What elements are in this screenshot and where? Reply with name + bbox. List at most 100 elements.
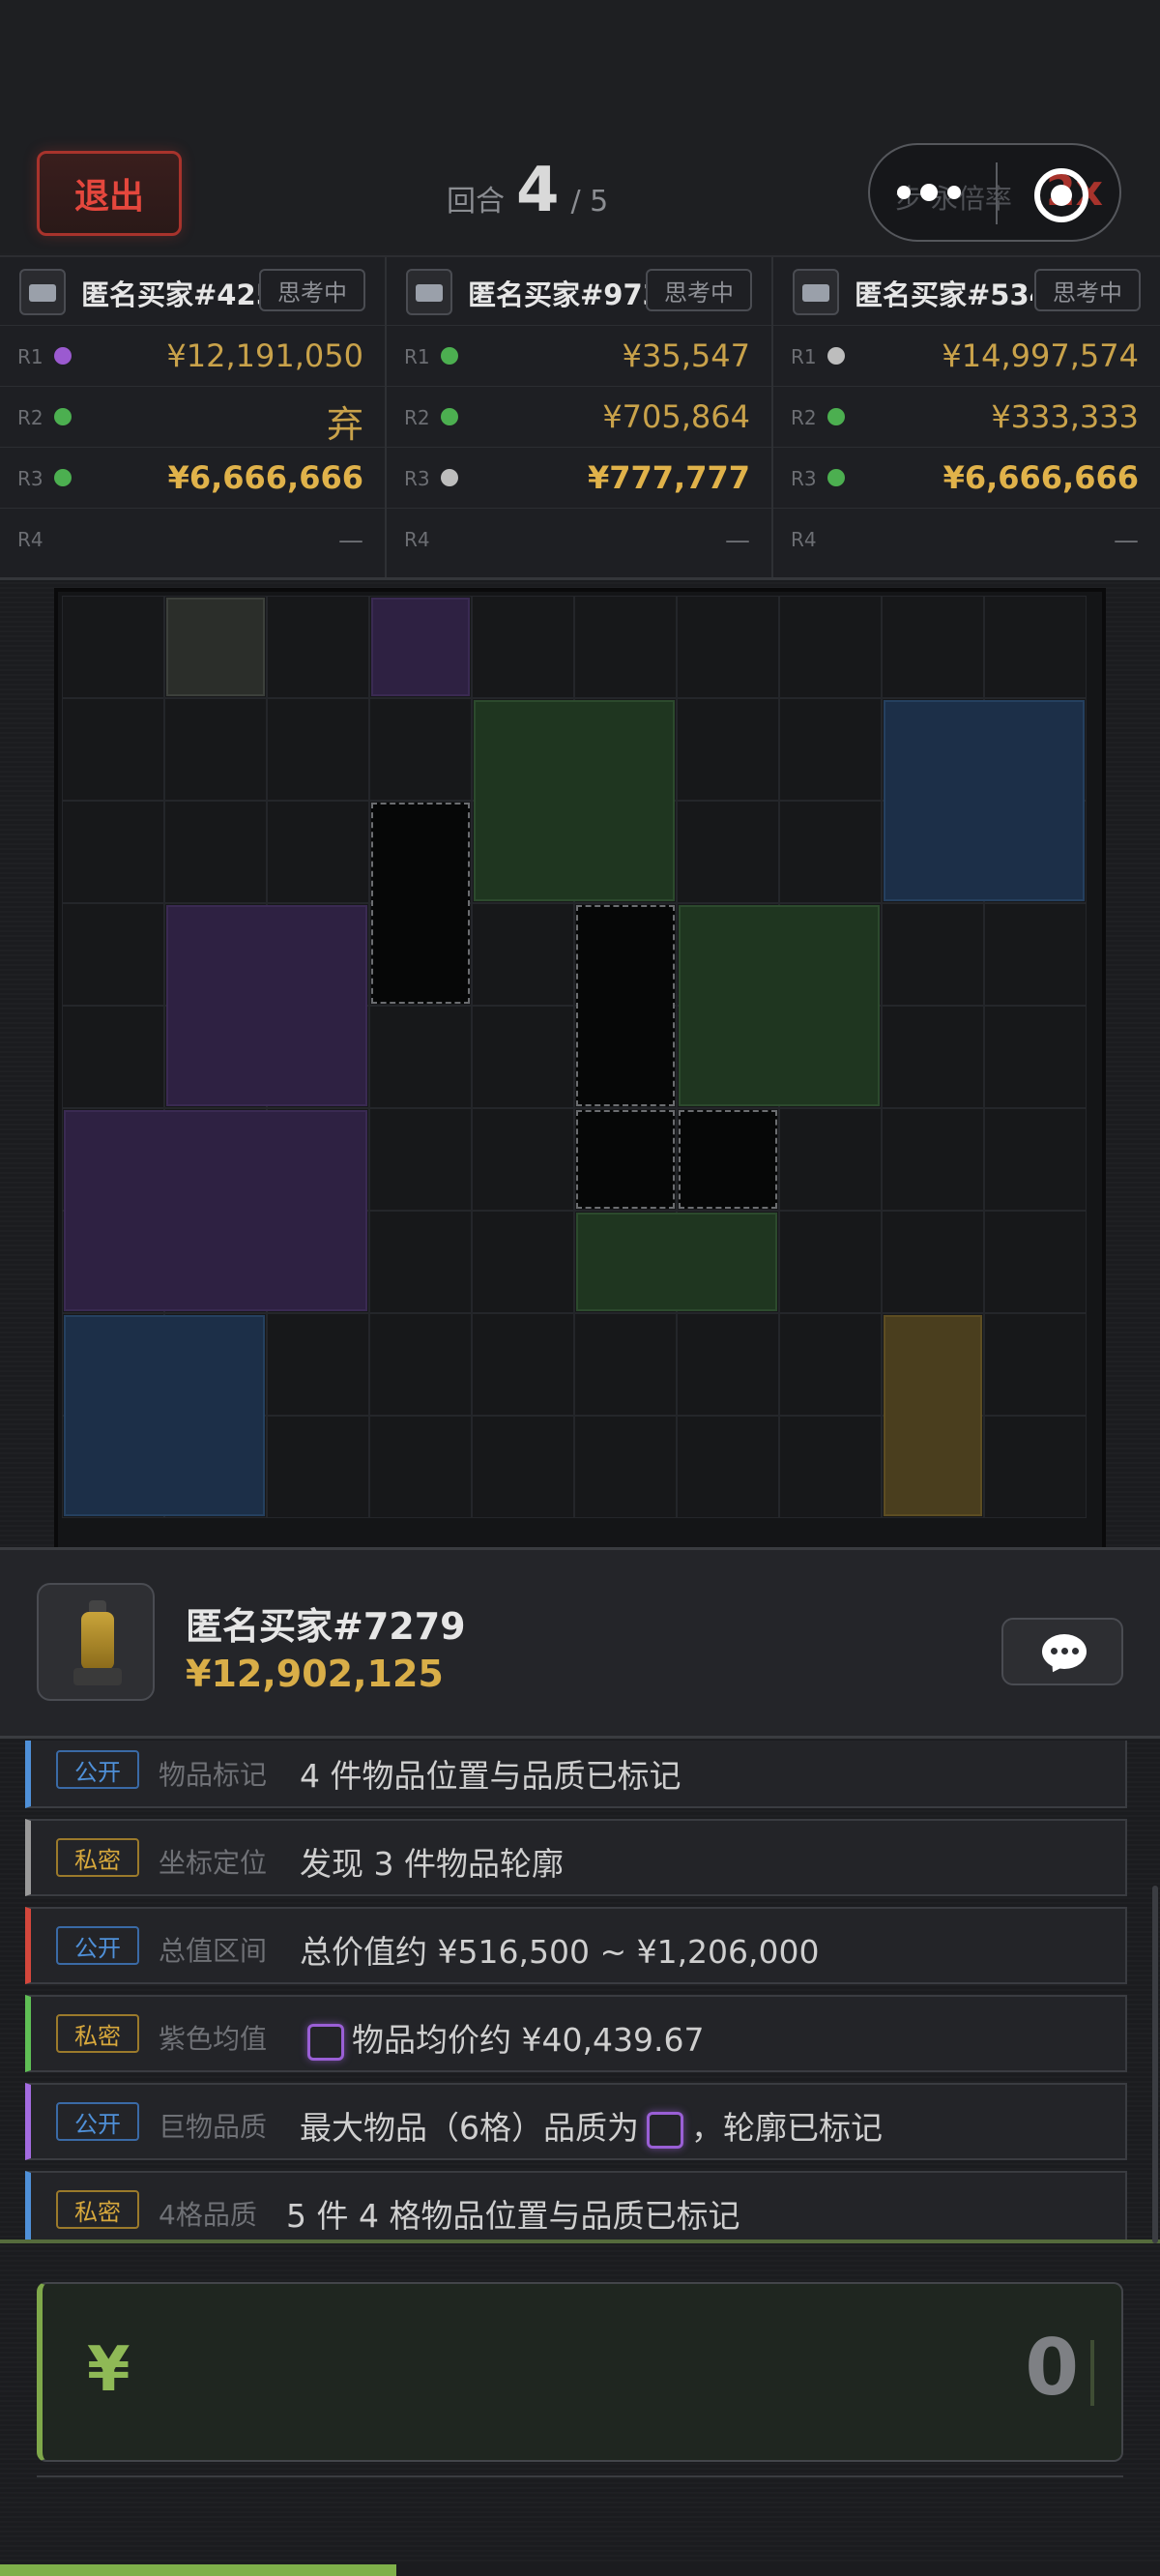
clue-item[interactable]: 私密 紫色均值 物品均价约 ¥40,439.67 xyxy=(25,1995,1127,2072)
more-icon[interactable] xyxy=(897,180,965,207)
clue-item[interactable]: 私密 坐标定位 发现 3 件物品轮廓 xyxy=(25,1819,1127,1896)
grid-cell[interactable] xyxy=(472,596,574,698)
grid-cell[interactable] xyxy=(62,698,164,801)
grid-cell[interactable] xyxy=(779,1416,882,1518)
grid-cell[interactable] xyxy=(984,596,1087,698)
clue-item[interactable]: 公开 巨物品质 最大物品（6格）品质为 ，轮廓已标记 xyxy=(25,2083,1127,2160)
grid-cell[interactable] xyxy=(369,1108,472,1211)
clue-scrollbar[interactable] xyxy=(1152,1886,1158,2243)
grid-cell[interactable] xyxy=(882,1211,984,1313)
bidder-status-badge: 思考中 xyxy=(646,269,752,311)
round-tag: R3 xyxy=(404,467,430,490)
grid-cell[interactable] xyxy=(472,903,574,1006)
chat-bubble-icon xyxy=(1042,1634,1087,1669)
grid-cell[interactable] xyxy=(164,801,267,903)
quality-dot-icon xyxy=(441,469,458,486)
grid-cell[interactable] xyxy=(267,1313,369,1416)
grid-cell[interactable] xyxy=(472,1211,574,1313)
grid-cell[interactable] xyxy=(267,698,369,801)
grid-cell[interactable] xyxy=(62,596,164,698)
mini-program-capsule: 步·永倍率 2x xyxy=(868,143,1121,242)
grid-cell[interactable] xyxy=(472,1006,574,1108)
clue-item[interactable]: 公开 物品标记 4 件物品位置与品质已标记 xyxy=(25,1741,1127,1808)
clue-item[interactable]: 公开 总值区间 总价值约 ¥516,500 ~ ¥1,206,000 xyxy=(25,1907,1127,1984)
marked-item-green[interactable] xyxy=(474,700,675,901)
grid-cell[interactable] xyxy=(369,1313,472,1416)
grid-cell[interactable] xyxy=(984,1108,1087,1211)
bid-amount: ¥35,547 xyxy=(622,337,750,374)
grid-cell[interactable] xyxy=(369,1211,472,1313)
currency-symbol: ¥ xyxy=(87,2334,130,2406)
grid-cell[interactable] xyxy=(779,596,882,698)
grid-cell[interactable] xyxy=(882,903,984,1006)
grid-cell[interactable] xyxy=(369,698,472,801)
clue-text: 物品均价约 ¥40,439.67 xyxy=(300,2014,704,2061)
grid-cell[interactable] xyxy=(677,801,779,903)
marked-item-blue[interactable] xyxy=(64,1315,265,1516)
marked-item-gray[interactable] xyxy=(166,598,265,696)
grid-cell[interactable] xyxy=(369,1006,472,1108)
grid-cell[interactable] xyxy=(984,1416,1087,1518)
grid-cell[interactable] xyxy=(472,1108,574,1211)
marked-item-gold[interactable] xyxy=(884,1315,982,1516)
grid-cell[interactable] xyxy=(984,1313,1087,1416)
bid-row: R1 ¥14,997,574 xyxy=(773,325,1160,385)
grid-cell[interactable] xyxy=(62,801,164,903)
clue-visibility-badge: 私密 xyxy=(56,2014,139,2053)
grid-cell[interactable] xyxy=(984,1006,1087,1108)
item-outline[interactable] xyxy=(576,1110,675,1209)
grid-cell[interactable] xyxy=(677,596,779,698)
grid-cell[interactable] xyxy=(882,1108,984,1211)
marked-item-purple[interactable] xyxy=(371,598,470,696)
grid-cell[interactable] xyxy=(574,1313,677,1416)
grid-cell[interactable] xyxy=(677,1313,779,1416)
grid-cell[interactable] xyxy=(267,801,369,903)
grid-cell[interactable] xyxy=(677,698,779,801)
grid-cell[interactable] xyxy=(472,1313,574,1416)
bidder-header: 匿名买家#425 思考中 xyxy=(0,257,385,325)
bid-amount: ¥14,997,574 xyxy=(942,337,1139,374)
grid-cell[interactable] xyxy=(984,903,1087,1006)
grid-cell[interactable] xyxy=(779,698,882,801)
marked-item-green[interactable] xyxy=(576,1213,777,1311)
grid-cell[interactable] xyxy=(574,1416,677,1518)
item-outline[interactable] xyxy=(371,803,470,1004)
grid-cell[interactable] xyxy=(62,1006,164,1108)
grid-cell[interactable] xyxy=(779,1108,882,1211)
round-indicator: 回合 4 / 5 xyxy=(447,155,608,232)
exit-button[interactable]: 退出 xyxy=(37,151,182,236)
grid-cell[interactable] xyxy=(267,1416,369,1518)
clue-text: 总价值约 ¥516,500 ~ ¥1,206,000 xyxy=(300,1926,820,1973)
grid-cell[interactable] xyxy=(267,596,369,698)
chat-button[interactable] xyxy=(1001,1618,1123,1685)
item-outline[interactable] xyxy=(576,905,675,1106)
bid-amount: — xyxy=(1114,526,1139,555)
grid-cell[interactable] xyxy=(882,1006,984,1108)
marked-item-green[interactable] xyxy=(679,905,880,1106)
marked-item-purple[interactable] xyxy=(64,1110,367,1311)
marked-item-blue[interactable] xyxy=(884,700,1085,901)
item-outline[interactable] xyxy=(679,1110,777,1209)
bid-value[interactable]: 0 xyxy=(1025,2323,1079,2413)
grid-cell[interactable] xyxy=(62,903,164,1006)
bid-input[interactable]: ¥ 0 xyxy=(37,2282,1123,2462)
clue-item[interactable]: 私密 4格品质 5 件 4 格物品位置与品质已标记 xyxy=(25,2171,1127,2239)
bid-amount: ¥705,864 xyxy=(602,398,750,435)
bid-amount: — xyxy=(725,526,750,555)
grid-cell[interactable] xyxy=(984,1211,1087,1313)
grid-cell[interactable] xyxy=(779,801,882,903)
bidder-header: 匿名买家#973 思考中 xyxy=(387,257,771,325)
grid-cell[interactable] xyxy=(779,1313,882,1416)
grid-cell[interactable] xyxy=(882,596,984,698)
close-mini-program-icon[interactable] xyxy=(1034,168,1088,222)
grid-cell[interactable] xyxy=(779,1211,882,1313)
grid-cell[interactable] xyxy=(472,1416,574,1518)
marked-item-purple[interactable] xyxy=(166,905,367,1106)
bid-row: R4 — xyxy=(0,508,385,568)
grid-cell[interactable] xyxy=(369,1416,472,1518)
grid-cell[interactable] xyxy=(164,698,267,801)
grid-cell[interactable] xyxy=(574,596,677,698)
clue-list[interactable]: 公开 物品标记 4 件物品位置与品质已标记私密 坐标定位 发现 3 件物品轮廓 公开 总值区… xyxy=(0,1741,1160,2243)
warehouse-grid[interactable] xyxy=(54,588,1106,1555)
grid-cell[interactable] xyxy=(677,1416,779,1518)
